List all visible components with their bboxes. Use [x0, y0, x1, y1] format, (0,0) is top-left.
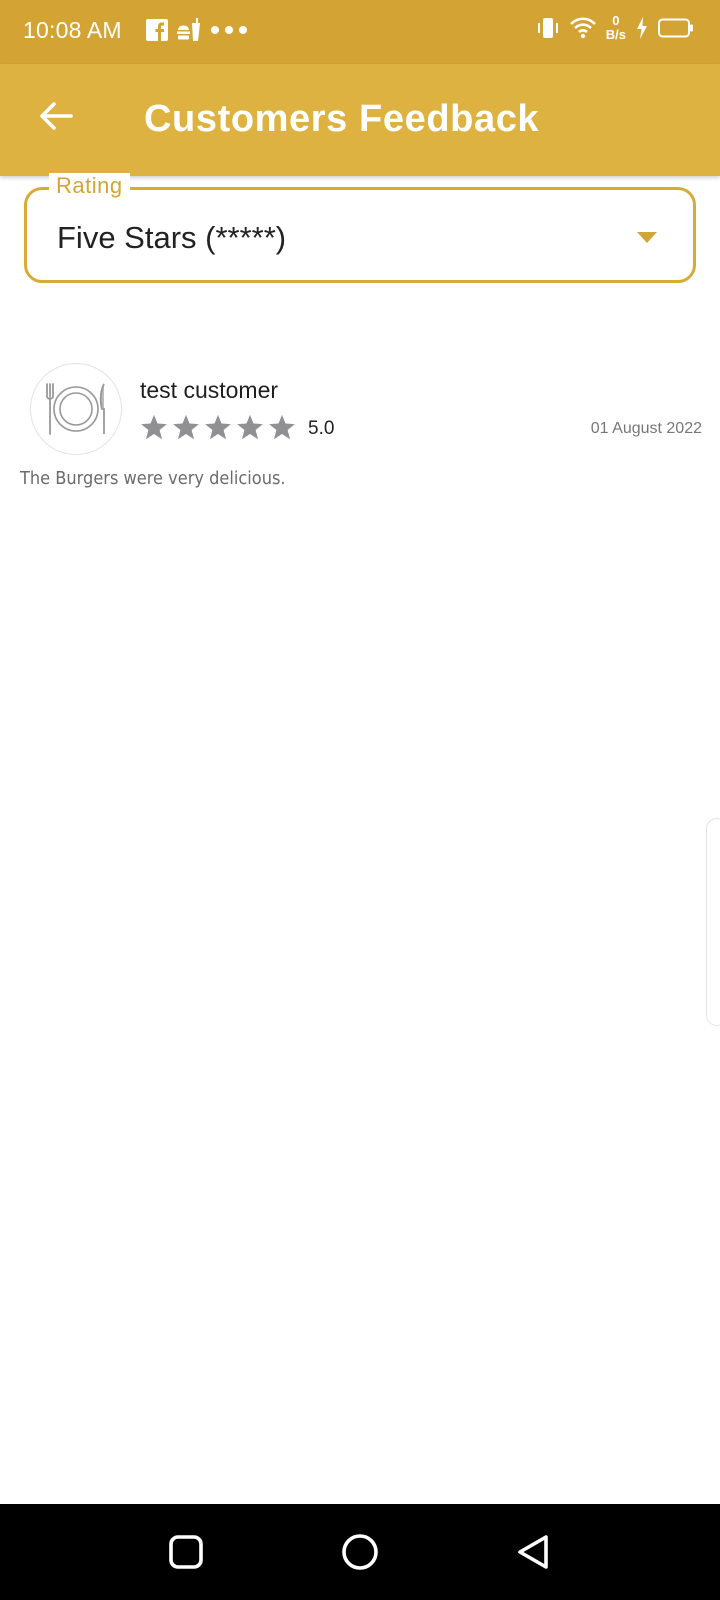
- network-speed: 0 B/s: [606, 14, 626, 42]
- review-text: The Burgers were very delicious.: [20, 468, 286, 489]
- rating-selected-value: Five Stars (*****): [57, 220, 287, 255]
- status-left-icons: [146, 18, 248, 42]
- wifi-icon: [569, 17, 596, 39]
- plate-cutlery-icon: [46, 383, 105, 435]
- review-item: test customer 5.0 01 August 2022 The Bur…: [20, 360, 702, 500]
- square-icon: [169, 1535, 203, 1569]
- status-right-icons: 0 B/s: [536, 14, 694, 42]
- facebook-icon: [146, 19, 168, 41]
- back-nav-button[interactable]: [514, 1532, 554, 1572]
- arrow-left-icon: [40, 102, 73, 130]
- navigation-bar: [0, 1504, 720, 1600]
- home-button[interactable]: [340, 1532, 380, 1572]
- battery-icon: [658, 18, 693, 38]
- charging-icon: [637, 17, 647, 39]
- star-icon: [237, 414, 263, 440]
- vibrate-icon: [537, 18, 558, 38]
- status-bar: 10:08 AM 0 B/s: [0, 0, 720, 64]
- review-date: 01 August 2022: [590, 420, 702, 437]
- triangle-back-icon: [518, 1535, 548, 1569]
- star-icon: [269, 414, 295, 440]
- back-button[interactable]: [30, 90, 82, 142]
- status-time: 10:08 AM: [23, 17, 122, 43]
- side-panel-handle[interactable]: [706, 818, 720, 1026]
- rating-dropdown[interactable]: Rating Five Stars (*****): [24, 173, 696, 283]
- circle-icon: [342, 1534, 378, 1570]
- dropdown-arrow-icon: [637, 232, 657, 243]
- recent-apps-button[interactable]: [166, 1532, 206, 1572]
- star-icon: [205, 414, 231, 440]
- page-title: Customers Feedback: [144, 98, 540, 140]
- rating-label: Rating: [49, 173, 130, 199]
- star-icon: [141, 414, 167, 440]
- network-speed-unit: B/s: [605, 27, 626, 42]
- avatar: [30, 363, 122, 455]
- food-icon: [177, 18, 200, 41]
- rating-score: 5.0: [308, 418, 335, 439]
- more-dots-icon: [211, 26, 247, 34]
- star-icon: [173, 414, 199, 440]
- star-rating: [140, 413, 296, 441]
- network-speed-value: 0: [612, 13, 620, 28]
- app-bar: Customers Feedback: [0, 64, 720, 176]
- customer-name: test customer: [140, 377, 279, 403]
